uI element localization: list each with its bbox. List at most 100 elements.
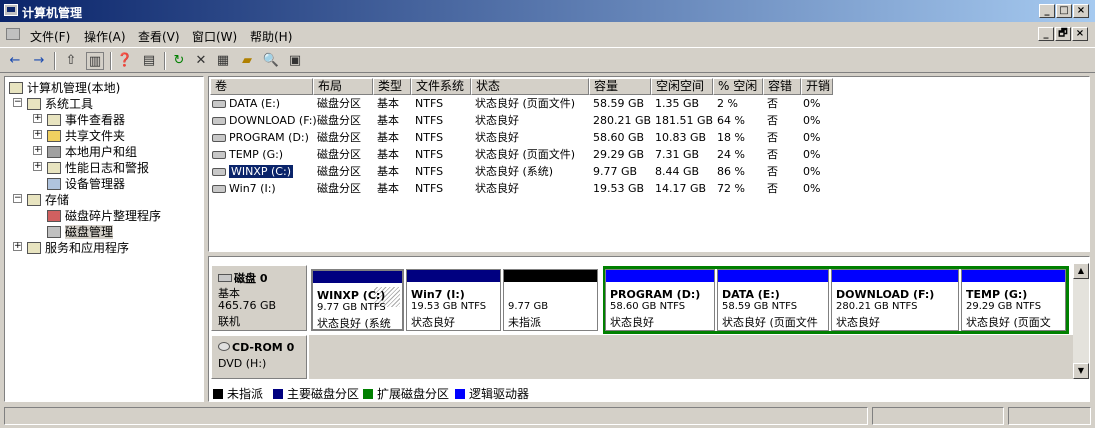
partition-bar [407,270,500,282]
cell-type: 基本 [377,131,399,144]
status-bar [0,405,1095,428]
collapse-icon[interactable]: − [13,194,22,203]
tree-device-manager[interactable]: 设备管理器 [47,175,125,191]
perf-logs-icon [47,162,61,174]
cell-ovh: 0% [803,148,821,161]
partition-6[interactable]: TEMP (G:) 29.29 GB NTFS 状态良好 (页面文 [961,269,1066,331]
cell-fs: NTFS [415,131,444,144]
tree-perf-logs[interactable]: 性能日志和警报 [47,159,149,175]
open-icon[interactable]: ▰ [238,52,256,70]
tree-system-tools[interactable]: 系统工具 [27,95,93,111]
table-row[interactable]: PROGRAM (D:) 磁盘分区 基本 NTFS 状态良好 58.60 GB 10.83 … [209,130,1089,147]
properties-icon[interactable]: ❓ [116,52,134,70]
column-header-capacity[interactable]: 容量 [589,78,651,95]
column-header-status[interactable]: 状态 [471,78,589,95]
partition-size: 19.53 GB NTFS [411,301,487,312]
cell-layout: 磁盘分区 [317,131,361,144]
table-row[interactable]: DOWNLOAD (F:) 磁盘分区 基本 NTFS 状态良好 280.21 GB 181.… [209,113,1089,130]
legend-label: 未指派 [227,387,264,401]
tree-defrag[interactable]: 磁盘碎片整理程序 [47,207,161,223]
menu-file[interactable]: 文件(F) [30,28,70,45]
expand-icon[interactable]: + [13,242,22,251]
menu-action[interactable]: 操作(A) [84,28,126,45]
toolbar: ← → ⇧ ▥ ❓ ▤ ↻ ✕ ▦ ▰ 🔍 ▣ [0,47,1095,73]
cell-ovh: 0% [803,97,821,110]
menu-window[interactable]: 窗口(W) [192,28,237,45]
tree-disk-management[interactable]: 磁盘管理 [47,223,114,239]
doc-close-button[interactable]: × [1072,27,1088,41]
disk-panel-scrollbar[interactable]: ▲ ▼ [1073,263,1089,379]
column-header-volume[interactable]: 卷 [210,78,313,95]
expand-icon[interactable]: + [33,162,42,171]
partition-bar [504,270,597,282]
cell-layout: 磁盘分区 [317,97,361,110]
tree-root[interactable]: 计算机管理(本地) [9,79,120,95]
partition-3[interactable]: PROGRAM (D:) 58.60 GB NTFS 状态良好 [605,269,715,331]
partition-bar [832,270,958,282]
cell-pct: 24 % [717,148,745,161]
partition-2[interactable]: 9.77 GB 未指派 [503,269,598,331]
legend-swatch [213,389,223,399]
cdrom-0-info[interactable]: CD-ROM 0 DVD (H:) [211,335,307,379]
table-row[interactable]: Win7 (I:) 磁盘分区 基本 NTFS 状态良好 19.53 GB 14.17 GB 7… [209,181,1089,198]
partition-4[interactable]: DATA (E:) 58.59 GB NTFS 状态良好 (页面文件 [717,269,829,331]
doc-minimize-button[interactable]: _ [1038,27,1054,41]
cell-pct: 64 % [717,114,745,127]
column-header-pct-free[interactable]: % 空闲 [713,78,763,95]
refresh-icon[interactable]: ↻ [170,52,188,70]
tree-storage[interactable]: 存储 [27,191,69,207]
expand-icon[interactable]: + [33,130,42,139]
tree-shared-folders[interactable]: 共享文件夹 [47,127,125,143]
partition-name: WINXP (C:) [317,289,386,302]
table-row[interactable]: TEMP (G:) 磁盘分区 基本 NTFS 状态良好 (页面文件) 29.29 GB 7.… [209,147,1089,164]
partition-0[interactable]: WINXP (C:) 9.77 GB NTFS 状态良好 (系统 [311,269,404,331]
show-hide-tree-icon[interactable]: ▥ [86,52,104,70]
back-arrow-icon[interactable]: ← [6,52,24,70]
column-header-overhead[interactable]: 开销 [801,78,833,95]
scroll-down-icon[interactable]: ▼ [1073,363,1089,379]
column-header-fault-tolerance[interactable]: 容错 [763,78,801,95]
toolbar-separator [110,52,112,70]
up-folder-icon[interactable]: ⇧ [62,52,80,70]
help-icon[interactable]: ▤ [140,52,158,70]
cell-free: 7.31 GB [655,148,700,161]
settings-icon[interactable]: ▣ [286,52,304,70]
table-row[interactable]: WINXP (C:) 磁盘分区 基本 NTFS 状态良好 (系统) 9.77 GB 8.44… [209,164,1089,181]
legend-label: 逻辑驱动器 [469,387,530,401]
tree-services[interactable]: 服务和应用程序 [27,239,129,255]
collapse-icon[interactable]: − [13,98,22,107]
menu-view[interactable]: 查看(V) [138,28,180,45]
computer-management-icon [4,4,18,16]
cell-pct: 18 % [717,131,745,144]
doc-restore-button[interactable]: 🗗 [1055,27,1071,41]
cell-status: 状态良好 [475,131,519,144]
column-header-type[interactable]: 类型 [373,78,411,95]
partition-5[interactable]: DOWNLOAD (F:) 280.21 GB NTFS 状态良好 [831,269,959,331]
search-icon[interactable]: 🔍 [262,52,280,70]
maximize-button[interactable]: □ [1056,4,1072,18]
tree-event-viewer[interactable]: 事件查看器 [47,111,125,127]
menu-help[interactable]: 帮助(H) [250,28,292,45]
scroll-up-icon[interactable]: ▲ [1073,263,1089,279]
table-row[interactable]: DATA (E:) 磁盘分区 基本 NTFS 状态良好 (页面文件) 58.59 GB 1.… [209,96,1089,113]
tree-local-users[interactable]: 本地用户和组 [47,143,137,159]
column-header-filesystem[interactable]: 文件系统 [411,78,471,95]
minimize-button[interactable]: _ [1039,4,1055,18]
expand-icon[interactable]: + [33,114,42,123]
delete-icon[interactable]: ✕ [192,52,210,70]
cell-cap: 29.29 GB [593,148,645,161]
disk-properties-icon[interactable]: ▦ [214,52,232,70]
cell-status: 状态良好 (页面文件) [475,148,576,161]
cell-vol: DOWNLOAD (F:) [212,113,317,129]
expand-icon[interactable]: + [33,146,42,155]
column-header-free-space[interactable]: 空闲空间 [651,78,713,95]
forward-arrow-icon[interactable]: → [30,52,48,70]
partition-1[interactable]: Win7 (I:) 19.53 GB NTFS 状态良好 [406,269,501,331]
disk-0-info[interactable]: 磁盘 0 基本 465.76 GB 联机 [211,265,307,331]
column-header-layout[interactable]: 布局 [313,78,373,95]
close-button[interactable]: × [1073,4,1089,18]
toolbar-separator [54,52,56,70]
partition-status: 状态良好 [411,316,455,329]
cell-fs: NTFS [415,165,444,178]
cell-ft: 否 [767,114,778,127]
